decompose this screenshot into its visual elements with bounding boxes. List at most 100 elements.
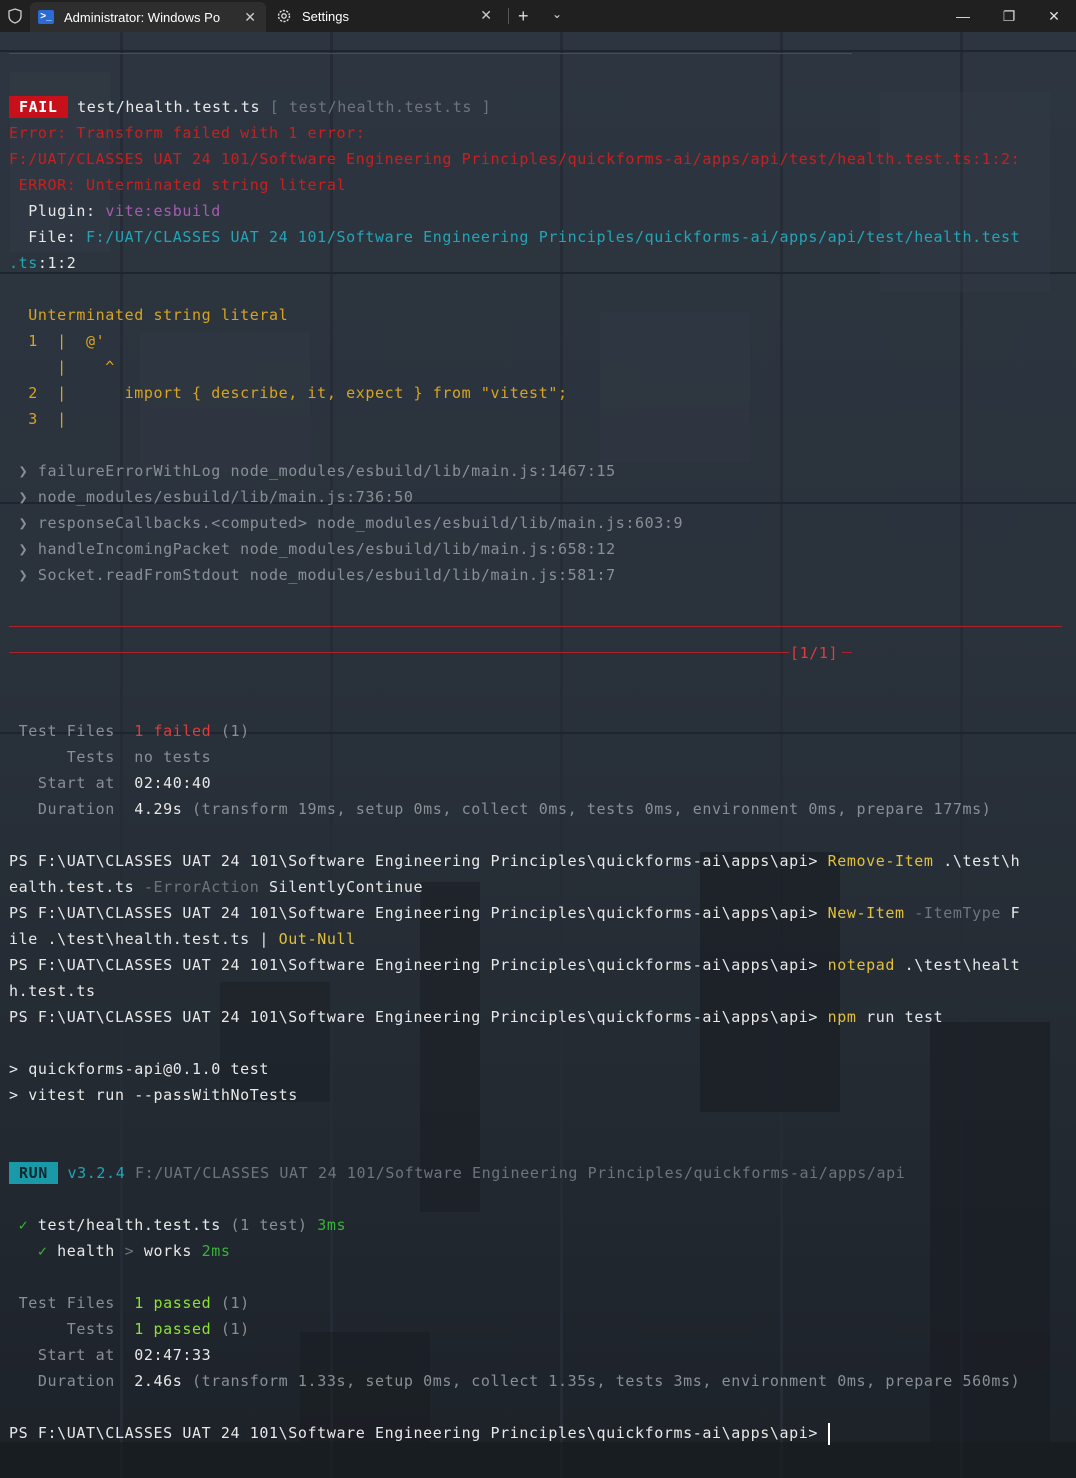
stack-frame: ❯ handleIncomingPacket node_modules/esbu… bbox=[9, 540, 616, 558]
summary-label: Duration bbox=[9, 800, 135, 818]
run-path: F:/UAT/CLASSES UAT 24 101/Software Engin… bbox=[125, 1164, 906, 1182]
plugin-line: Plugin: vite:esbuild bbox=[9, 198, 221, 224]
run-line: RUN v3.2.4 F:/UAT/CLASSES UAT 24 101/Sof… bbox=[9, 1160, 905, 1186]
command-args: F bbox=[1000, 904, 1021, 922]
error-path: F:/UAT/CLASSES UAT 24 101/Software Engin… bbox=[9, 150, 1021, 168]
stack-frame: ❯ node_modules/esbuild/lib/main.js:736:5… bbox=[9, 488, 414, 506]
command: Out-Null bbox=[278, 930, 356, 948]
summary-detail: (transform 1.33s, setup 0ms, collect 1.3… bbox=[182, 1372, 1021, 1390]
command-line: PS F:\UAT\CLASSES UAT 24 101\Software En… bbox=[9, 900, 1020, 926]
npm-output: > vitest run --passWithNoTests bbox=[9, 1086, 298, 1104]
admin-shield-icon bbox=[8, 8, 22, 27]
code-frame-title: Unterminated string literal bbox=[9, 306, 289, 324]
separator-line bbox=[9, 53, 852, 54]
error-counter: [1/1] bbox=[790, 644, 839, 662]
command-line: PS F:\UAT\CLASSES UAT 24 101\Software En… bbox=[9, 952, 1020, 978]
prompt: PS F:\UAT\CLASSES UAT 24 101\Software En… bbox=[9, 956, 828, 974]
summary-label: Tests bbox=[9, 748, 135, 766]
summary-label: Start at bbox=[9, 1346, 135, 1364]
command-param: -ErrorAction bbox=[143, 878, 260, 896]
run-badge: RUN bbox=[9, 1162, 58, 1184]
fail-line: FAIL test/health.test.ts [ test/health.t… bbox=[9, 94, 491, 120]
file-value: F:/UAT/CLASSES UAT 24 101/Software Engin… bbox=[86, 228, 1021, 246]
command-param: -ItemType bbox=[904, 904, 1001, 922]
file-line: File: F:/UAT/CLASSES UAT 24 101/Software… bbox=[9, 224, 1020, 250]
stack-frame: ❯ Socket.readFromStdout node_modules/esb… bbox=[9, 566, 616, 584]
command: npm bbox=[827, 1008, 857, 1026]
tab-settings[interactable]: Settings ✕ bbox=[268, 0, 502, 32]
close-window-button[interactable]: ✕ bbox=[1031, 0, 1076, 32]
command-line: PS F:\UAT\CLASSES UAT 24 101\Software En… bbox=[9, 848, 1020, 874]
pass-file: test/health.test.ts bbox=[37, 1216, 221, 1234]
summary-count: (1) bbox=[211, 722, 250, 740]
summary-start: Start at 02:40:40 bbox=[9, 770, 211, 796]
summary-detail: (transform 19ms, setup 0ms, collect 0ms,… bbox=[182, 800, 992, 818]
npm-output: > quickforms-api@0.1.0 test bbox=[9, 1060, 270, 1078]
close-tab-icon[interactable]: ✕ bbox=[480, 7, 492, 24]
terminal-pane[interactable]: FAIL test/health.test.ts [ test/health.t… bbox=[0, 32, 1076, 1478]
summary-count: (1) bbox=[211, 1320, 250, 1338]
subtest-suite: health bbox=[57, 1242, 115, 1260]
summary-tests: Tests no tests bbox=[9, 744, 211, 770]
summary-value: 02:47:33 bbox=[134, 1346, 212, 1364]
pass-time: 3ms bbox=[307, 1216, 347, 1234]
title-bar: >_ Administrator: Windows Po ✕ Settings … bbox=[0, 0, 1076, 32]
code-line-3: 3 | bbox=[9, 410, 67, 428]
summary-value: 1 passed bbox=[134, 1294, 212, 1312]
summary-value: no tests bbox=[134, 748, 212, 766]
command-prompt[interactable]: PS F:\UAT\CLASSES UAT 24 101\Software En… bbox=[9, 1420, 830, 1446]
subtest-name: works bbox=[143, 1242, 193, 1260]
plugin-value: vite:esbuild bbox=[105, 202, 221, 220]
summary-label: Duration bbox=[9, 1372, 135, 1390]
fail-file: test/health.test.ts bbox=[77, 98, 261, 116]
text-cursor bbox=[827, 1422, 830, 1445]
command-args: SilentlyContinue bbox=[259, 878, 424, 896]
prompt: PS F:\UAT\CLASSES UAT 24 101\Software En… bbox=[9, 1008, 828, 1026]
check-icon: ✓ bbox=[9, 1216, 38, 1234]
code-line-1: 1 | @' bbox=[9, 332, 106, 350]
tab-powershell[interactable]: >_ Administrator: Windows Po ✕ bbox=[30, 2, 266, 32]
file-line-wrap: .ts:1:2 bbox=[9, 250, 76, 276]
summary-label: Test Files bbox=[9, 1294, 135, 1312]
separator-line bbox=[9, 626, 1062, 627]
stack-frame: ❯ failureErrorWithLog node_modules/esbui… bbox=[9, 462, 616, 480]
summary-duration: Duration 2.46s (transform 1.33s, setup 0… bbox=[9, 1368, 1020, 1394]
code-line-2: 2 | import { describe, it, expect } from… bbox=[9, 384, 568, 402]
maximize-button[interactable]: ❐ bbox=[986, 0, 1032, 32]
pass-line: ✓ test/health.test.ts (1 test) 3ms bbox=[9, 1212, 346, 1238]
pass-count: (1 test) bbox=[220, 1216, 308, 1234]
command-line-wrap: ealth.test.ts -ErrorAction SilentlyConti… bbox=[9, 874, 423, 900]
command: New-Item bbox=[827, 904, 905, 922]
file-position: :1:2 bbox=[37, 254, 77, 272]
new-tab-plus-icon[interactable]: + bbox=[518, 6, 529, 27]
subtest-separator: > bbox=[114, 1242, 144, 1260]
command-args: h.test.ts bbox=[9, 982, 96, 1000]
tab-label: Administrator: Windows Po bbox=[64, 9, 221, 25]
command-args: .\test\h bbox=[933, 852, 1021, 870]
minimize-button[interactable]: — bbox=[940, 0, 986, 32]
summary-tests: Tests 1 passed (1) bbox=[9, 1316, 250, 1342]
file-ext: .ts bbox=[9, 254, 38, 272]
summary-start: Start at 02:47:33 bbox=[9, 1342, 211, 1368]
gear-icon bbox=[276, 8, 292, 24]
prompt: PS F:\UAT\CLASSES UAT 24 101\Software En… bbox=[9, 1424, 828, 1442]
chevron-down-icon[interactable]: ⌄ bbox=[552, 7, 562, 21]
summary-count: (1) bbox=[211, 1294, 250, 1312]
summary-duration: Duration 4.29s (transform 19ms, setup 0m… bbox=[9, 796, 991, 822]
summary-test-files: Test Files 1 failed (1) bbox=[9, 718, 250, 744]
close-tab-icon[interactable]: ✕ bbox=[244, 9, 256, 26]
plugin-label: Plugin: bbox=[9, 202, 106, 220]
subtest-line: ✓ health > works 2ms bbox=[9, 1238, 231, 1264]
command: notepad bbox=[827, 956, 896, 974]
code-caret: | ^ bbox=[9, 358, 115, 376]
tab-label: Settings bbox=[302, 8, 349, 24]
file-label: File: bbox=[9, 228, 87, 246]
summary-value: 02:40:40 bbox=[134, 774, 212, 792]
command-line-wrap: h.test.ts bbox=[9, 978, 96, 1004]
summary-value: 1 passed bbox=[134, 1320, 212, 1338]
summary-value: 2.46s bbox=[134, 1372, 183, 1390]
command-args: run test bbox=[856, 1008, 944, 1026]
summary-value: 1 failed bbox=[134, 722, 212, 740]
fail-file-bracket: [ test/health.test.ts ] bbox=[269, 98, 492, 116]
separator-line bbox=[842, 652, 852, 653]
